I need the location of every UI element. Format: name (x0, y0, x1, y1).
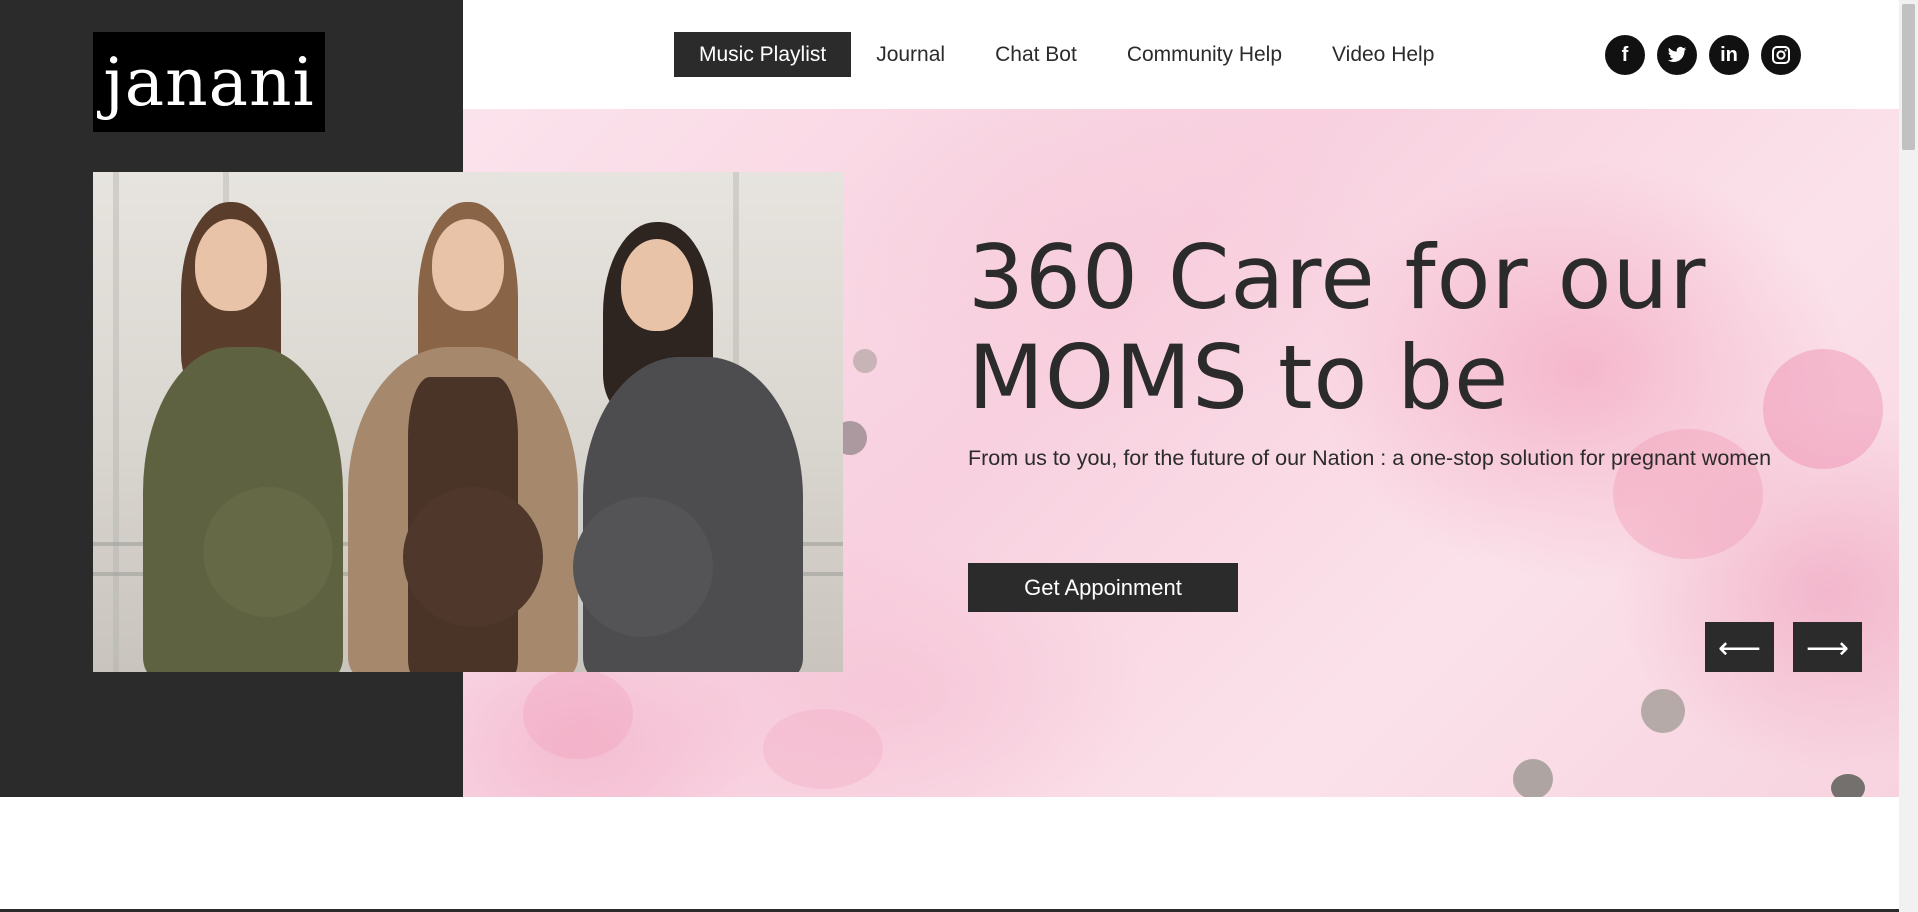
main-nav: Music Playlist Journal Chat Bot Communit… (674, 32, 1459, 77)
nav-item-journal[interactable]: Journal (851, 32, 970, 77)
arrow-left-icon: ⟵ (1717, 631, 1761, 666)
scrollbar-thumb[interactable] (1902, 4, 1915, 150)
janani-logo[interactable]: janani (93, 32, 325, 132)
nav-item-video-help[interactable]: Video Help (1307, 32, 1459, 77)
logo-text: janani (103, 43, 315, 121)
get-appointment-button[interactable]: Get Appoinment (968, 563, 1238, 612)
nav-item-community-help[interactable]: Community Help (1102, 32, 1307, 77)
linkedin-icon[interactable]: in (1709, 35, 1749, 75)
twitter-icon[interactable] (1657, 35, 1697, 75)
facebook-icon[interactable]: f (1605, 35, 1645, 75)
hero-headline: 360 Care for our MOMS to be (968, 226, 1707, 429)
arrow-right-icon: ⟶ (1805, 631, 1849, 666)
next-slide-button[interactable]: ⟶ (1793, 622, 1862, 672)
instagram-icon[interactable] (1761, 35, 1801, 75)
nav-item-chat-bot[interactable]: Chat Bot (970, 32, 1102, 77)
prev-slide-button[interactable]: ⟵ (1705, 622, 1774, 672)
pregnant-women-photo (93, 172, 843, 672)
nav-item-music-playlist[interactable]: Music Playlist (674, 32, 852, 77)
hero-subtext: From us to you, for the future of our Na… (968, 446, 1772, 470)
social-links: f in (1605, 35, 1801, 75)
